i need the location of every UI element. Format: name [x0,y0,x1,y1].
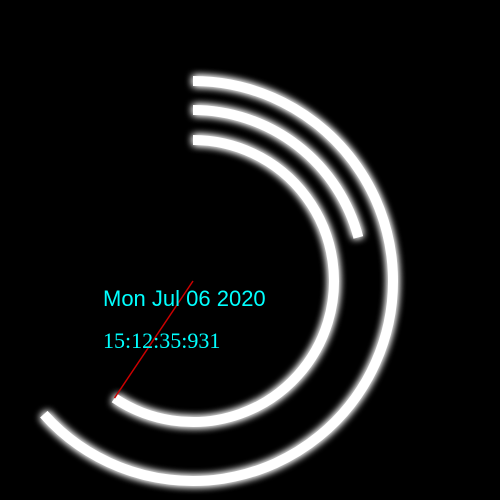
date-label: Mon Jul 06 2020 [103,286,266,311]
arc-clock: Mon Jul 06 2020 15:12:35:931 [0,0,500,500]
time-label: 15:12:35:931 [103,328,221,353]
seconds-arc [111,135,339,427]
clock-canvas [40,76,398,486]
minutes-arc [192,105,364,239]
